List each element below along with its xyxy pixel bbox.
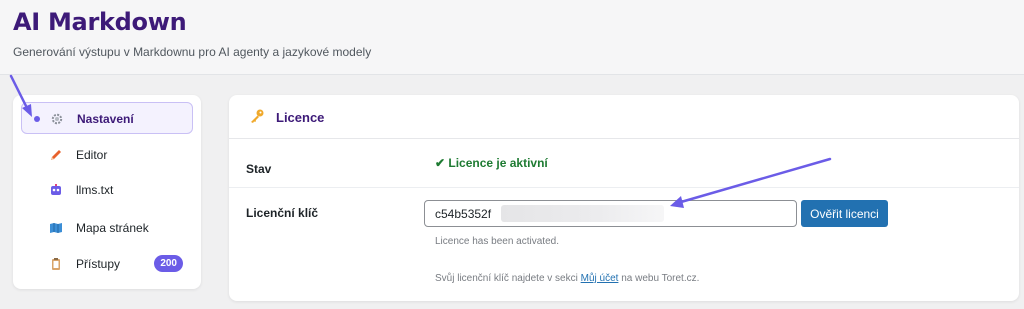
sidebar-item-label: Nastavení <box>77 112 134 126</box>
sidebar-item-label: llms.txt <box>76 183 114 197</box>
sidebar-item-label: Přístupy <box>76 257 121 271</box>
sidebar-item-nastaveni[interactable]: Nastavení <box>21 102 193 134</box>
sidebar-item-editor[interactable]: Editor <box>21 139 193 171</box>
licence-panel: Licence Stav ✔ Licence je aktivní Licenč… <box>229 95 1019 301</box>
clipboard-icon <box>48 256 64 272</box>
count-badge: 200 <box>154 255 183 272</box>
gear-icon <box>49 111 65 127</box>
row-divider <box>229 187 1019 188</box>
pencil-icon <box>48 147 64 163</box>
robot-icon <box>48 182 64 198</box>
licence-footer-note: Svůj licenční klíč najdete v sekci Můj ú… <box>435 273 699 284</box>
panel-header: Licence <box>229 95 1019 139</box>
sidebar-item-label: Mapa stránek <box>76 221 149 235</box>
sidebar-item-pristupy[interactable]: Přístupy 200 <box>21 248 193 280</box>
active-dot <box>34 116 40 122</box>
status-value: ✔ Licence je aktivní <box>435 156 548 170</box>
key-icon <box>249 108 265 129</box>
panel-title: Licence <box>276 110 325 125</box>
sidebar-nav: Nastavení Editor llms.txt Mapa stránek P… <box>13 95 201 289</box>
status-label: Stav <box>246 162 272 176</box>
activation-hint: Licence has been activated. <box>435 236 559 247</box>
app-subtitle: Generování výstupu v Markdownu pro AI ag… <box>13 45 372 59</box>
note-text-before: Svůj licenční klíč najdete v sekci <box>435 273 581 284</box>
page-header: AI Markdown Generování výstupu v Markdow… <box>0 0 1024 75</box>
verify-licence-button[interactable]: Ověřit licenci <box>801 200 888 227</box>
map-icon <box>48 220 64 236</box>
app-title: AI Markdown <box>13 8 187 36</box>
sidebar-item-llms[interactable]: llms.txt <box>21 174 193 206</box>
sidebar-item-label: Editor <box>76 148 108 162</box>
muj-ucet-link[interactable]: Můj účet <box>581 273 619 284</box>
redacted-key-blur <box>501 205 664 222</box>
sidebar-item-mapa[interactable]: Mapa stránek <box>21 212 193 244</box>
note-text-after: na webu Toret.cz. <box>618 273 700 284</box>
licence-key-label: Licenční klíč <box>246 206 319 220</box>
